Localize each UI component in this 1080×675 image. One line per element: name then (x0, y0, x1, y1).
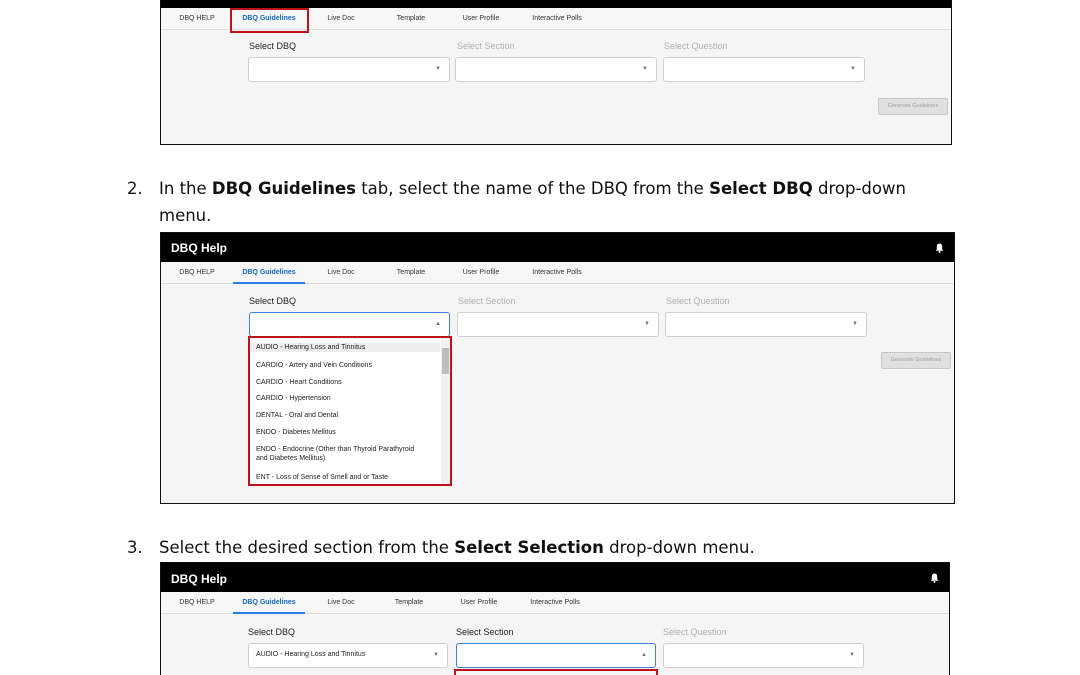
select-question-label: Select Question (666, 296, 730, 306)
tab-bar: DBQ HELP DBQ Guidelines Live Doc Templat… (161, 592, 949, 614)
select-dbq-label: Select DBQ (248, 627, 296, 637)
step-bold-text: DBQ Guidelines (211, 179, 356, 198)
chevron-down-icon: ▼ (435, 66, 441, 72)
step-bold-text: Select Selection (454, 538, 604, 557)
highlight-box (454, 669, 658, 675)
screenshot-3: DBQ Help DBQ HELP DBQ Guidelines Live Do… (160, 562, 950, 675)
select-question-dropdown[interactable]: ▼ (663, 643, 864, 668)
generate-guidelines-button[interactable]: Generate Guidelines (878, 98, 948, 115)
select-dbq-dropdown[interactable]: AUDIO - Hearing Loss and Tinnitus ▼ (248, 643, 448, 668)
chevron-up-icon: ▲ (641, 652, 647, 658)
screenshot-2: DBQ Help DBQ HELP DBQ Guidelines Live Do… (160, 232, 955, 504)
tab-user-profile[interactable]: User Profile (451, 8, 511, 30)
step-text: drop-down menu. (603, 538, 755, 557)
app-title: DBQ Help (171, 572, 228, 586)
select-dbq-dropdown[interactable]: ▲ (249, 312, 450, 337)
step-text: menu. (159, 206, 212, 225)
tab-live-doc[interactable]: Live Doc (311, 8, 371, 30)
app-bar: DBQ Help (161, 233, 954, 262)
chevron-up-icon: ▲ (435, 321, 441, 327)
tab-user-profile[interactable]: User Profile (451, 262, 511, 284)
tab-template[interactable]: Template (379, 592, 439, 614)
select-section-label: Select Section (458, 296, 516, 306)
chevron-down-icon: ▼ (644, 321, 650, 327)
app-bar: DBQ Help (161, 563, 949, 592)
selected-dbq-value: AUDIO - Hearing Loss and Tinnitus (256, 651, 366, 658)
tab-dbq-help[interactable]: DBQ HELP (167, 592, 227, 614)
tab-live-doc[interactable]: Live Doc (311, 592, 371, 614)
select-question-dropdown[interactable]: ▼ (665, 312, 867, 337)
tab-template[interactable]: Template (381, 262, 441, 284)
tab-interactive-polls[interactable]: Interactive Polls (515, 592, 595, 614)
select-question-label: Select Question (663, 627, 727, 637)
step-text: drop-down (812, 179, 906, 198)
tab-bar: DBQ HELP DBQ Guidelines Live Doc Templat… (161, 262, 954, 284)
select-dbq-dropdown[interactable]: ▼ (248, 57, 450, 82)
screenshot-1: DBQ HELP DBQ Guidelines Live Doc Templat… (160, 0, 952, 145)
tab-dbq-guidelines[interactable]: DBQ Guidelines (233, 592, 305, 614)
bell-icon[interactable] (930, 573, 939, 583)
tab-dbq-help[interactable]: DBQ HELP (167, 8, 227, 30)
step-text: tab, select the name of the DBQ from the (355, 179, 710, 198)
app-bar (161, 0, 951, 8)
bell-icon[interactable] (935, 243, 944, 253)
tab-dbq-help[interactable]: DBQ HELP (167, 262, 227, 284)
app-title: DBQ Help (171, 241, 228, 255)
tab-interactive-polls[interactable]: Interactive Polls (517, 8, 597, 30)
tab-template[interactable]: Template (381, 8, 441, 30)
step-number: 2. (127, 179, 143, 198)
chevron-down-icon: ▼ (642, 66, 648, 72)
chevron-down-icon: ▼ (433, 652, 439, 658)
select-section-dropdown[interactable]: ▼ (455, 57, 657, 82)
tab-user-profile[interactable]: User Profile (449, 592, 509, 614)
highlight-box (248, 336, 452, 486)
step-number: 3. (127, 538, 143, 557)
highlight-box (230, 8, 309, 33)
chevron-down-icon: ▼ (852, 321, 858, 327)
chevron-down-icon: ▼ (849, 652, 855, 658)
select-dbq-label: Select DBQ (249, 296, 297, 306)
tab-dbq-guidelines[interactable]: DBQ Guidelines (233, 262, 305, 284)
select-section-label: Select Section (456, 627, 514, 637)
select-dbq-label: Select DBQ (249, 41, 297, 51)
tab-interactive-polls[interactable]: Interactive Polls (517, 262, 597, 284)
step-3-text: 3. Select the desired section from the Se… (127, 534, 927, 561)
step-2-text: 2. In the DBQ Guidelines tab, select the … (127, 175, 927, 229)
select-section-dropdown[interactable]: ▲ (456, 643, 656, 668)
generate-guidelines-button[interactable]: Generate Guidelines (881, 352, 951, 369)
select-section-label: Select Section (457, 41, 515, 51)
step-text: Select the desired section from the (159, 538, 455, 557)
select-question-dropdown[interactable]: ▼ (663, 57, 865, 82)
chevron-down-icon: ▼ (850, 66, 856, 72)
step-bold-text: Select DBQ (709, 179, 813, 198)
tab-live-doc[interactable]: Live Doc (311, 262, 371, 284)
select-section-dropdown[interactable]: ▼ (457, 312, 659, 337)
step-text: In the (159, 179, 212, 198)
select-question-label: Select Question (664, 41, 728, 51)
